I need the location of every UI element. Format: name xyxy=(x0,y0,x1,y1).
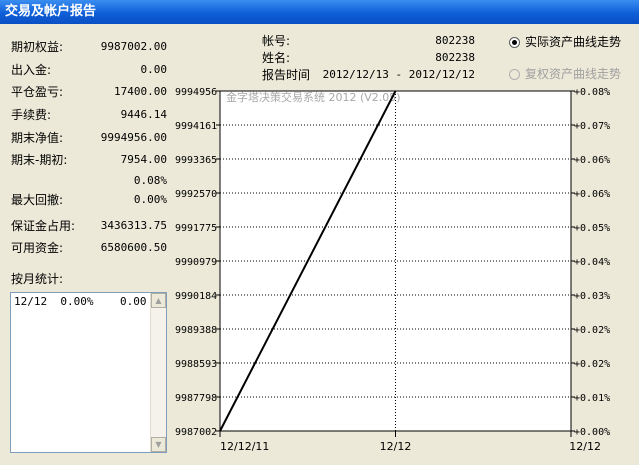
radio-actual-curve[interactable]: 实际资产曲线走势 xyxy=(509,33,621,51)
y-right-tick-label: +0.04% xyxy=(574,257,610,268)
y-left-tick-label: 9992570 xyxy=(175,189,217,200)
y-left-tick-label: 9988593 xyxy=(175,359,217,370)
y-left-tick-label: 9994161 xyxy=(175,121,217,132)
radio-adjusted-curve[interactable]: 复权资产曲线走势 xyxy=(509,65,621,83)
stat-label-closed-pnl: 平仓盈亏: xyxy=(11,85,64,99)
monthly-value: 0.00 xyxy=(120,295,147,308)
report-time-label: 报告时间 xyxy=(262,68,311,82)
y-left-tick-label: 9990184 xyxy=(175,291,217,302)
radio-actual-label: 实际资产曲线走势 xyxy=(525,35,622,49)
stat-label-available-funds: 可用资金: xyxy=(11,241,64,255)
y-right-tick-label: +0.06% xyxy=(574,155,610,166)
y-right-tick-label: +0.08% xyxy=(574,87,610,98)
y-right-tick-label: +0.06% xyxy=(574,189,610,200)
stat-value-commission: 9446.14 xyxy=(120,108,167,121)
chart-title: 金字塔决策交易系统 2012 (V2.05) xyxy=(226,90,401,104)
stat-label-initial-equity: 期初权益: xyxy=(11,40,64,54)
stat-value-max-drawdown: 0.00% xyxy=(133,193,167,206)
y-left-tick-label: 9987002 xyxy=(175,427,217,438)
y-right-tick-label: +0.03% xyxy=(574,291,610,302)
account-number-label: 帐号: xyxy=(262,34,291,48)
radio-unselected-icon xyxy=(509,68,520,80)
monthly-pct: 0.00% xyxy=(60,295,94,308)
radio-adjusted-label: 复权资产曲线走势 xyxy=(525,67,622,81)
y-right-tick-label: +0.02% xyxy=(574,359,610,370)
stat-label-deposit: 出入金: xyxy=(11,63,52,77)
stat-label-margin: 保证金占用: xyxy=(11,219,76,233)
vertical-scrollbar[interactable]: ▲ ▼ xyxy=(150,293,166,452)
stat-value-change-pct: 0.08% xyxy=(133,174,167,187)
y-right-tick-label: +0.05% xyxy=(574,223,610,234)
stat-value-change: 7954.00 xyxy=(120,153,167,166)
x-tick-label: 12/12 xyxy=(569,440,601,453)
equity-curve-chart: 9994956 +0.08% 9994161 +0.07% 9993365 +0.06% 9… xyxy=(174,83,610,457)
stat-value-closed-pnl: 17400.00 xyxy=(114,85,167,98)
y-left-tick-label: 9991775 xyxy=(175,223,217,234)
stat-label-commission: 手续费: xyxy=(11,108,52,122)
y-left-tick-label: 9994956 xyxy=(175,87,217,98)
radio-selected-icon xyxy=(509,36,520,48)
stat-label-max-drawdown: 最大回撤: xyxy=(11,193,64,207)
window-title: 交易及帐户报告 xyxy=(5,4,97,19)
y-right-tick-label: +0.00% xyxy=(574,427,610,438)
stat-value-available-funds: 6580600.50 xyxy=(100,241,167,254)
x-tick-label: 12/12 xyxy=(380,440,412,453)
stat-label-change: 期末-期初: xyxy=(11,153,68,167)
stat-value-deposit: 0.00 xyxy=(140,63,168,76)
monthly-stats-list[interactable]: 12/12 0.00% 0.00 ▲ ▼ xyxy=(10,292,167,453)
stat-value-margin: 3436313.75 xyxy=(100,219,167,232)
account-name-label: 姓名: xyxy=(262,51,291,65)
account-name: 802238 xyxy=(435,51,475,64)
window-title-bar[interactable]: 交易及帐户报告 xyxy=(0,0,639,24)
stat-label-ending-equity: 期末净值: xyxy=(11,131,64,145)
monthly-stats-label: 按月统计: xyxy=(11,272,64,286)
x-tick-label: 12/12/11 xyxy=(220,440,269,453)
account-number: 802238 xyxy=(435,34,475,47)
y-right-tick-label: +0.02% xyxy=(574,325,610,336)
report-time: 2012/12/13 - 2012/12/12 xyxy=(322,68,475,81)
stat-value-ending-equity: 9994956.00 xyxy=(100,131,167,144)
y-right-tick-label: +0.01% xyxy=(574,393,610,404)
y-right-tick-label: +0.07% xyxy=(574,121,610,132)
scroll-up-icon[interactable]: ▲ xyxy=(151,293,166,308)
y-left-tick-label: 9987798 xyxy=(175,393,217,404)
y-left-tick-label: 9990979 xyxy=(175,257,217,268)
y-left-tick-label: 9989388 xyxy=(175,325,217,336)
list-item[interactable]: 12/12 0.00% 0.00 xyxy=(14,295,147,308)
y-left-tick-label: 9993365 xyxy=(175,155,217,166)
scroll-down-icon[interactable]: ▼ xyxy=(151,437,166,452)
stat-value-initial-equity: 9987002.00 xyxy=(100,40,167,53)
monthly-month: 12/12 xyxy=(14,295,48,308)
